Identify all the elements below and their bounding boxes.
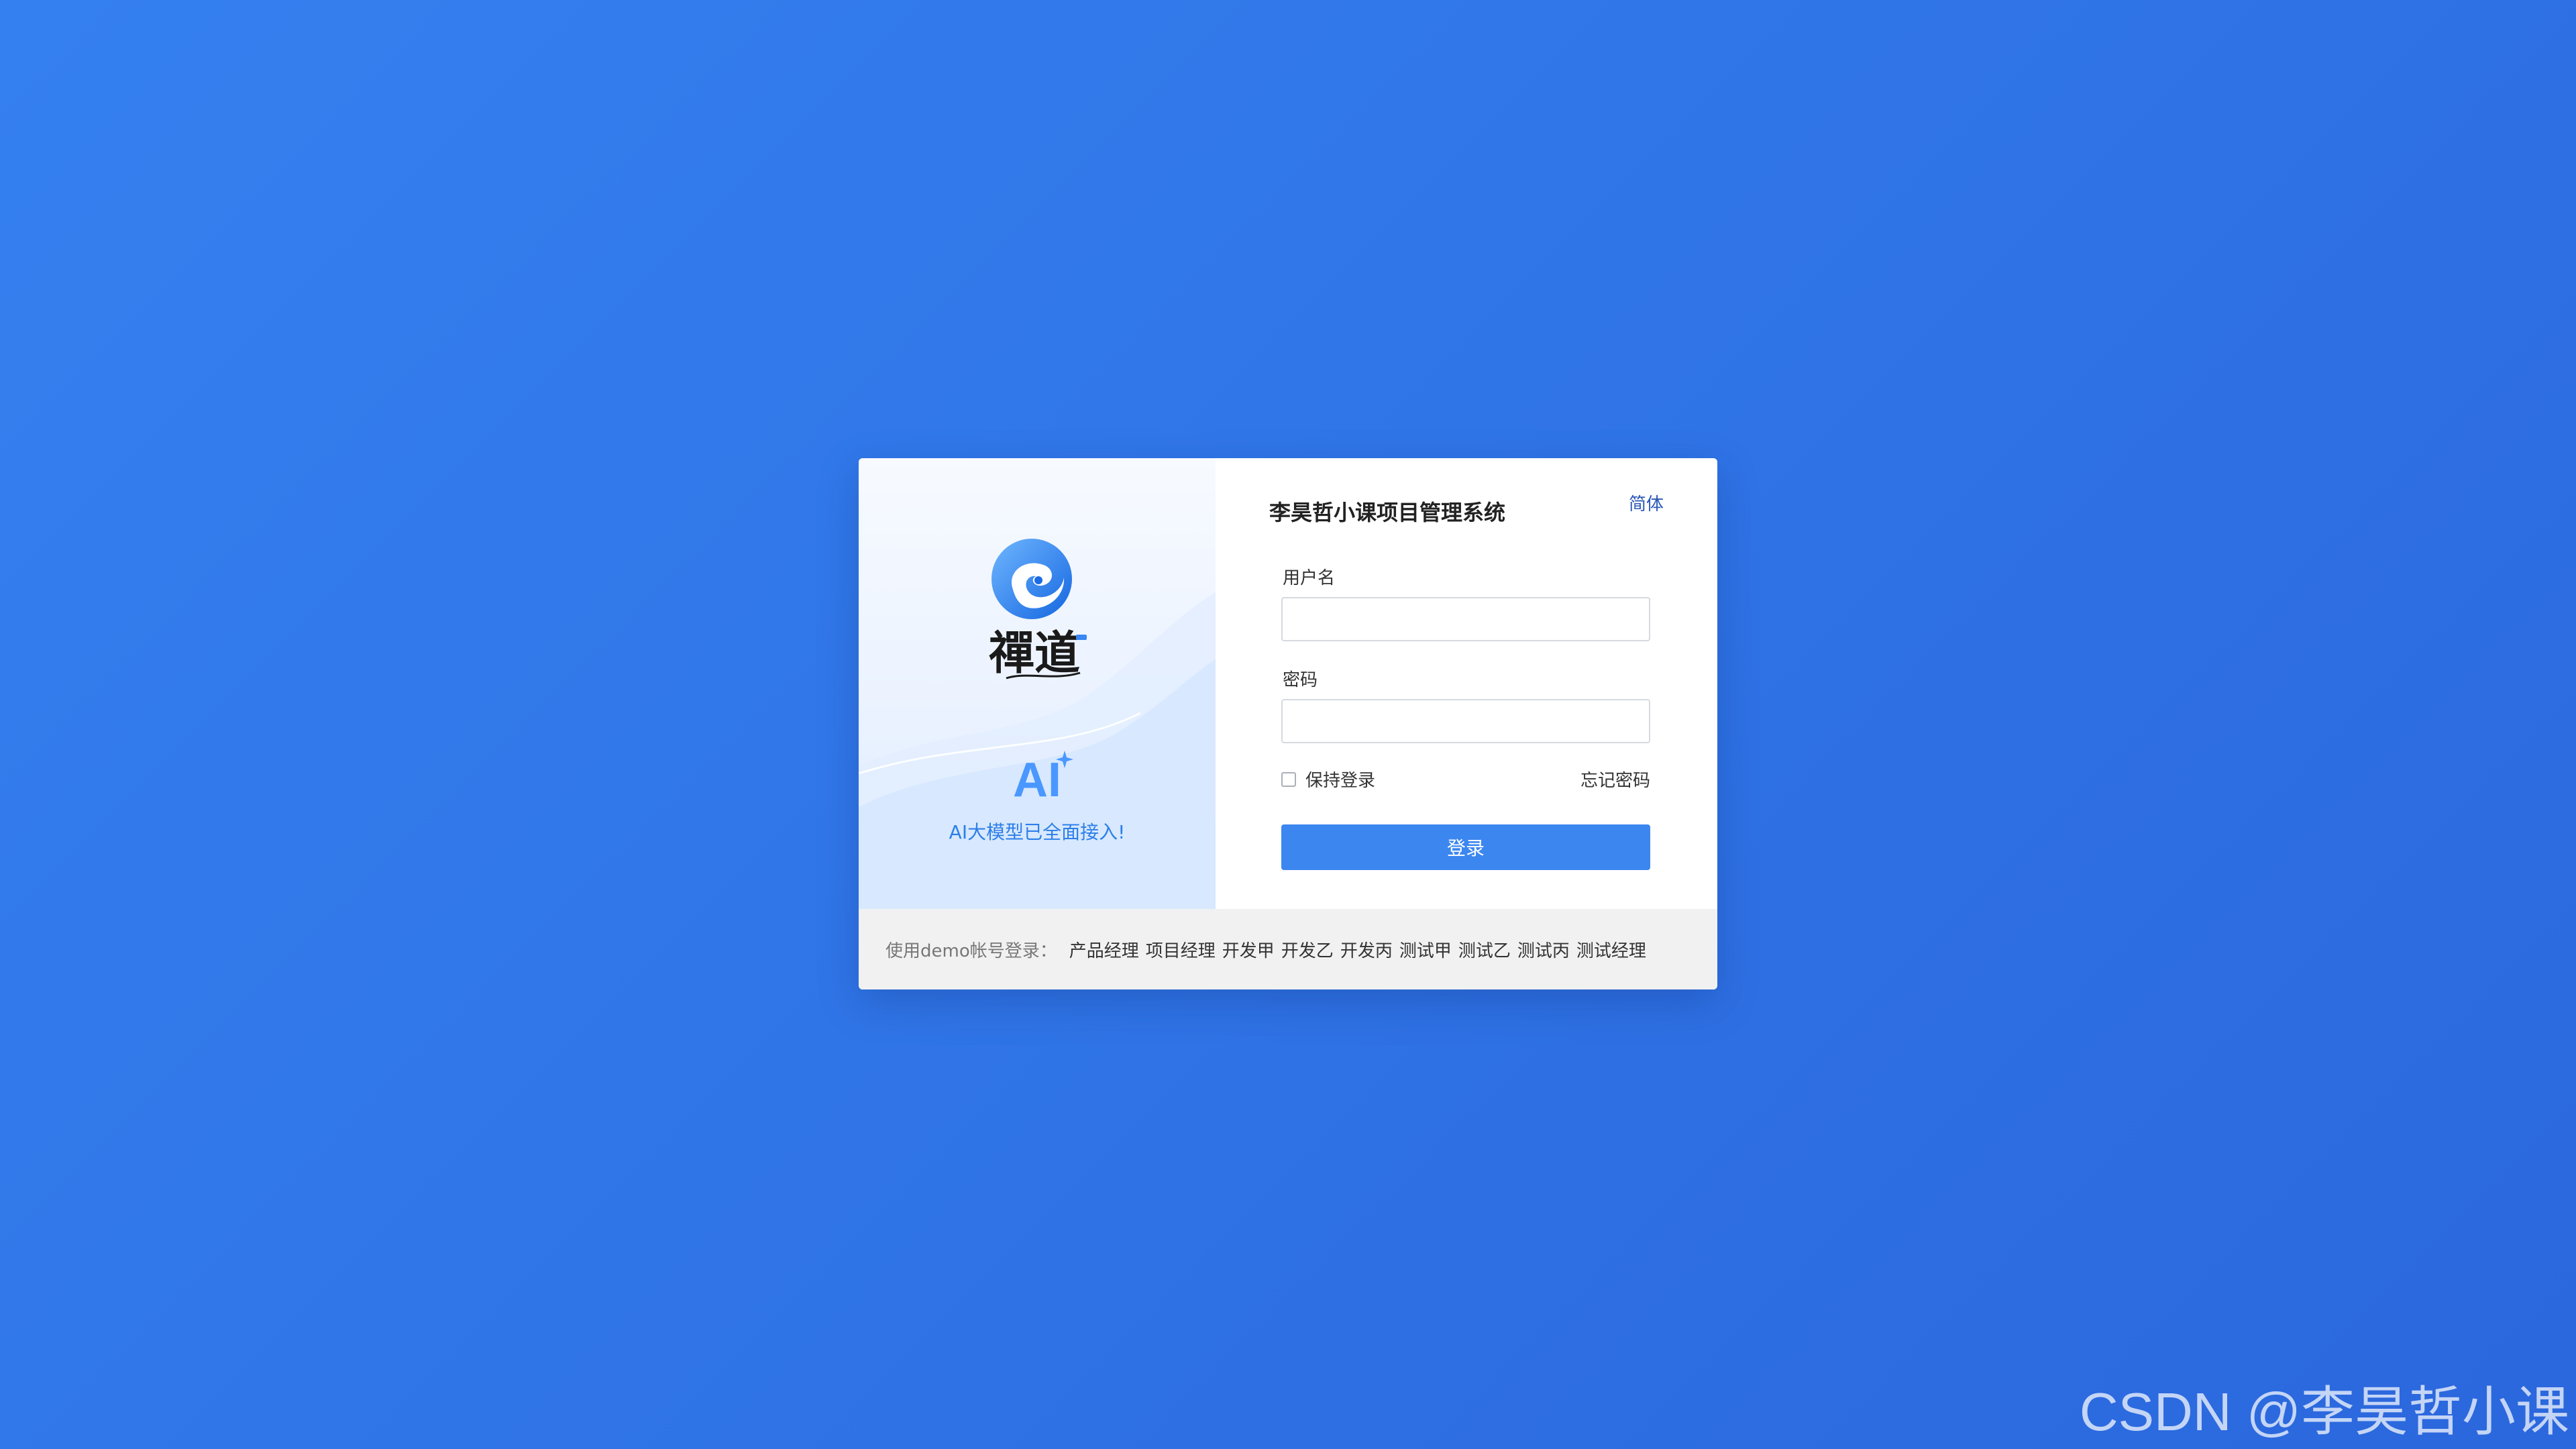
demo-account-link[interactable]: 测试经理 bbox=[1576, 937, 1646, 962]
login-form-panel: 李昊哲小课项目管理系统 简体 用户名 密码 保持登录 忘记密码 登录 bbox=[1216, 458, 1717, 909]
demo-label: 使用demo帐号登录： bbox=[885, 941, 1057, 961]
demo-account-link[interactable]: 测试丙 bbox=[1517, 937, 1570, 962]
demo-account-link[interactable]: 测试甲 bbox=[1399, 937, 1452, 962]
remember-label: 保持登录 bbox=[1305, 771, 1376, 791]
password-label: 密码 bbox=[1283, 670, 1318, 690]
demo-account-link[interactable]: 测试乙 bbox=[1458, 937, 1511, 962]
remember-checkbox[interactable] bbox=[1281, 771, 1296, 787]
demo-account-link[interactable]: 产品经理 bbox=[1069, 937, 1139, 962]
sparkle-icon bbox=[1056, 751, 1073, 768]
login-card: 禪道 AI AI大模型已全面接入! 李昊哲小课项目管理系统 简体 用户名 密码 … bbox=[859, 458, 1717, 989]
demo-account-link[interactable]: 开发乙 bbox=[1281, 937, 1334, 962]
brand-panel: 禪道 AI AI大模型已全面接入! bbox=[859, 458, 1216, 909]
password-input[interactable] bbox=[1281, 699, 1650, 743]
svg-text:禪道: 禪道 bbox=[989, 627, 1080, 680]
ai-badge: AI bbox=[859, 751, 1216, 807]
zentao-logo: 禪道 bbox=[986, 537, 1087, 692]
demo-account-link[interactable]: 开发丙 bbox=[1340, 937, 1393, 962]
system-title: 李昊哲小课项目管理系统 bbox=[1269, 500, 1506, 525]
forgot-password-link[interactable]: 忘记密码 bbox=[1580, 767, 1650, 792]
language-switch[interactable]: 简体 bbox=[1629, 490, 1664, 515]
username-label: 用户名 bbox=[1283, 568, 1336, 588]
remember-login[interactable]: 保持登录 bbox=[1281, 767, 1375, 792]
username-input[interactable] bbox=[1281, 597, 1650, 641]
demo-account-link[interactable]: 项目经理 bbox=[1146, 937, 1216, 962]
ai-tagline: AI大模型已全面接入! bbox=[949, 821, 1126, 843]
demo-account-link[interactable]: 开发甲 bbox=[1222, 937, 1275, 962]
login-button[interactable]: 登录 bbox=[1281, 824, 1650, 870]
csdn-watermark: CSDN @李昊哲小课 bbox=[2079, 1382, 2569, 1442]
swirl-logo-icon: 禪道 bbox=[989, 539, 1087, 680]
demo-accounts-bar: 使用demo帐号登录： 产品经理 项目经理 开发甲 开发乙 开发丙 测试甲 测试… bbox=[859, 909, 1717, 989]
